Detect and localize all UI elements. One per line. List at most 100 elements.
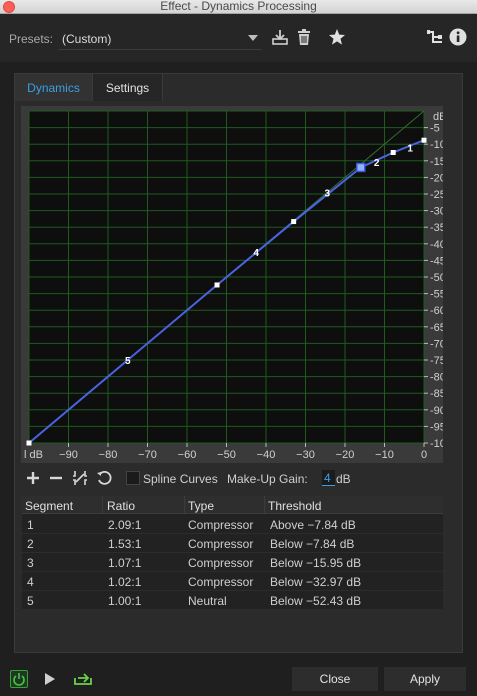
type-cell: Compressor (188, 518, 254, 532)
segment-cell: 3 (27, 556, 34, 570)
header-threshold[interactable]: Threshold (268, 499, 321, 513)
control-point[interactable] (390, 150, 396, 155)
table-row[interactable]: 3 1.07:1 Compressor Below −15.95 dB (22, 553, 443, 572)
ratio-cell: 1.00:1 (108, 594, 142, 608)
close-button[interactable]: Close (292, 667, 378, 691)
segment-number-label: 4 (253, 248, 259, 259)
tab-dynamics[interactable]: Dynamics (15, 74, 93, 101)
threshold-cell: Below −32.97 dB (270, 575, 362, 589)
preset-bar: Presets: (Custom) (0, 14, 477, 62)
y-tick-label: -65 (430, 322, 443, 334)
threshold-cell: Below −52.43 dB (270, 594, 362, 608)
minus-icon[interactable] (48, 470, 64, 486)
presets-label: Presets: (9, 32, 54, 46)
spline-curves-checkbox[interactable] (126, 471, 140, 485)
table-row[interactable]: 4 1.02:1 Compressor Below −32.97 dB (22, 572, 443, 591)
y-tick-label: -10 (430, 139, 443, 151)
threshold-cell: Below −7.84 dB (270, 537, 355, 551)
control-point[interactable] (291, 219, 297, 225)
y-axis-unit-label: dB O (433, 111, 443, 123)
threshold-cell: Below −15.95 dB (270, 556, 362, 570)
segment-cell: 5 (27, 594, 34, 608)
y-tick-label: -50 (430, 272, 443, 284)
segment-number-label: 2 (374, 158, 380, 169)
info-icon[interactable] (449, 28, 467, 46)
transfer-curve-graph[interactable]: dB O-5 -10 -15 -20 -25 -30 -35 -40 -45 -50 -55 -60 -… (21, 106, 443, 463)
control-point[interactable] (214, 282, 220, 288)
threshold-cell: Above −7.84 dB (270, 518, 356, 532)
x-tick-label: −20 (336, 449, 355, 461)
y-tick-label: -30 (430, 206, 443, 218)
y-tick-label: -25 (430, 189, 443, 201)
x-tick-label: −60 (178, 449, 197, 461)
preset-value: (Custom) (62, 32, 112, 46)
segment-number-label: 3 (324, 188, 330, 199)
type-cell: Neutral (188, 594, 227, 608)
x-tick-label: −70 (138, 449, 157, 461)
chevron-down-icon (248, 35, 258, 41)
x-tick-label: −50 (217, 449, 236, 461)
table-row[interactable]: 2 1.53:1 Compressor Below −7.84 dB (22, 534, 443, 553)
loop-export-icon[interactable] (74, 670, 92, 686)
makeup-gain-label: Make-Up Gain: (227, 472, 308, 486)
column-divider[interactable] (184, 496, 185, 514)
control-point[interactable] (26, 440, 32, 446)
type-cell: Compressor (188, 537, 254, 551)
column-divider[interactable] (264, 496, 265, 514)
x-axis-unit-label: l dB (24, 449, 43, 461)
x-tick-label: −10 (375, 449, 394, 461)
spline-curves-label: Spline Curves (143, 472, 218, 486)
y-tick-label: -45 (430, 255, 443, 267)
reset-graph-icon[interactable] (72, 470, 88, 486)
footer-bar: Close Apply (0, 663, 477, 696)
y-tick-label: -40 (430, 239, 443, 251)
play-icon[interactable] (44, 672, 56, 686)
type-cell: Compressor (188, 575, 254, 589)
favorite-star-icon[interactable] (328, 28, 346, 46)
y-tick-label: -80 (430, 372, 443, 384)
ratio-cell: 1.07:1 (108, 556, 142, 570)
y-tick-label: -60 (430, 305, 443, 317)
y-tick-label: -55 (430, 289, 443, 301)
segment-number-label: 5 (125, 356, 131, 367)
table-row[interactable]: 5 1.00:1 Neutral Below −52.43 dB (22, 591, 443, 610)
y-tick-label: -100 (430, 438, 443, 450)
y-tick-label: -90 (430, 405, 443, 417)
segment-table: Segment Ratio Type Threshold 1 2.09:1 Co… (22, 496, 443, 610)
ratio-cell: 2.09:1 (108, 518, 142, 532)
routing-icon[interactable] (426, 28, 444, 46)
y-tick-label: -75 (430, 355, 443, 367)
dynamics-graph[interactable]: dB O-5 -10 -15 -20 -25 -30 -35 -40 -45 -50 -55 -60 -… (21, 106, 443, 463)
window-titlebar: Effect - Dynamics Processing (0, 0, 477, 14)
segment-cell: 1 (27, 518, 34, 532)
apply-button[interactable]: Apply (384, 667, 466, 691)
tab-settings[interactable]: Settings (93, 74, 163, 101)
invert-icon[interactable] (96, 470, 112, 486)
preset-dropdown[interactable]: (Custom) (58, 26, 262, 50)
save-preset-icon[interactable] (271, 28, 289, 46)
delete-preset-icon[interactable] (295, 28, 313, 46)
x-tick-label: −80 (99, 449, 118, 461)
segment-cell: 2 (27, 537, 34, 551)
x-tick-label: 0 (421, 449, 427, 461)
power-toggle-icon[interactable] (10, 670, 28, 688)
makeup-gain-unit: dB (336, 472, 351, 486)
column-divider[interactable] (102, 496, 103, 514)
selected-control-point[interactable] (356, 162, 366, 173)
header-type[interactable]: Type (188, 499, 214, 513)
table-row[interactable]: 1 2.09:1 Compressor Above −7.84 dB (22, 515, 443, 534)
y-tick-label: -70 (430, 338, 443, 350)
header-ratio[interactable]: Ratio (107, 499, 135, 513)
y-tick-label: -20 (430, 172, 443, 184)
makeup-gain-input[interactable]: 4 (322, 470, 335, 486)
plus-icon[interactable] (25, 470, 41, 486)
x-tick-label: −40 (257, 449, 276, 461)
header-segment[interactable]: Segment (25, 499, 73, 513)
y-tick-label: -35 (430, 222, 443, 234)
table-header: Segment Ratio Type Threshold (22, 496, 443, 514)
graph-tools: Spline Curves Make-Up Gain: 4 dB (22, 468, 442, 490)
y-tick-label: -95 (430, 421, 443, 433)
x-tick-label: −30 (296, 449, 315, 461)
segment-number-label: 1 (407, 144, 413, 155)
control-point[interactable] (421, 137, 427, 143)
